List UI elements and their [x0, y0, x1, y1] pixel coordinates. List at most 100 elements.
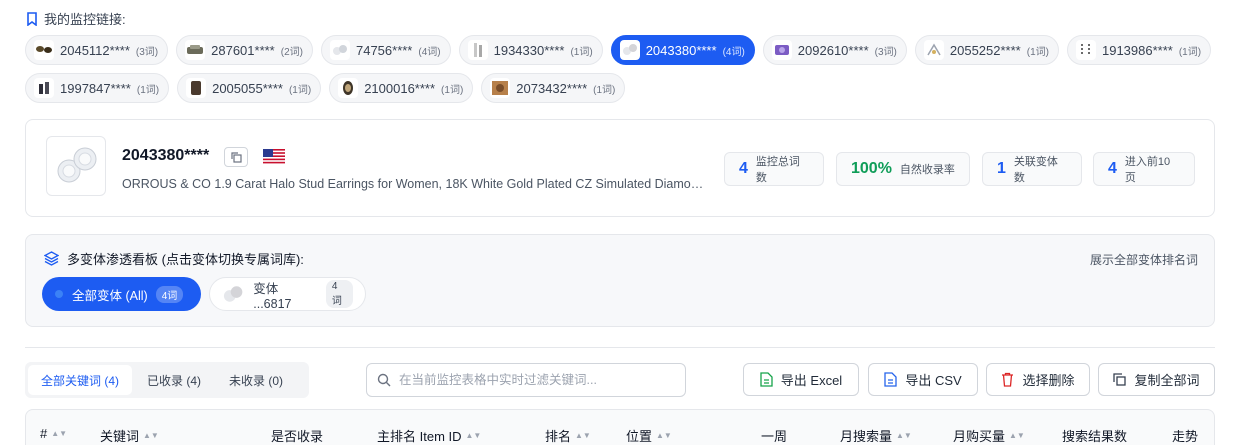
- monitor-chip[interactable]: 2100016**** (1词): [329, 73, 474, 103]
- chip-count: (3词): [135, 46, 159, 58]
- stat-total-keywords: 4 监控总词数: [724, 152, 824, 186]
- variant-dashboard-title: 多变体渗透看板 (点击变体切换专属词库):: [67, 252, 304, 267]
- copy-icon: [230, 151, 242, 163]
- stat-label: 进入前10页: [1124, 156, 1171, 184]
- product-image: [46, 136, 106, 196]
- column-keyword[interactable]: 关键词 ▲▼: [100, 426, 159, 445]
- sort-icon: ▲▼: [656, 430, 672, 440]
- monitor-chip[interactable]: 74756**** (4词): [320, 35, 451, 65]
- monitor-link-chips: 2045112**** (3词) 287601**** (2词) 74756**…: [25, 35, 1217, 103]
- product-summary-card: 2043380**** ORROUS & CO 1.9 Carat Halo S…: [25, 119, 1215, 217]
- product-thumbnail: [34, 40, 54, 60]
- product-thumbnail: [338, 78, 359, 98]
- column-label: #: [40, 426, 48, 441]
- monitor-chip[interactable]: 1934330**** (1词): [458, 35, 603, 65]
- chip-count: (1词): [136, 84, 160, 96]
- bookmark-icon: [27, 11, 37, 26]
- variant-thumbnail: [223, 286, 243, 302]
- excel-file-icon: [760, 372, 773, 387]
- keyword-search-input[interactable]: [399, 373, 669, 387]
- chip-count: (4词): [722, 46, 745, 58]
- column-label: 关键词: [100, 429, 140, 444]
- export-csv-label: 导出 CSV: [905, 373, 962, 388]
- tab-all-keywords[interactable]: 全部关键词 (4): [28, 365, 133, 395]
- column-monthly-purchase[interactable]: 月购买量 ▲▼: [953, 426, 1025, 445]
- variant-dashboard: 多变体渗透看板 (点击变体切换专属词库): 展示全部变体排名词 全部变体 (Al…: [25, 234, 1215, 327]
- chip-count: (1词): [570, 46, 593, 58]
- monitor-chip[interactable]: 287601**** (2词): [176, 35, 313, 65]
- product-thumbnail: [467, 40, 488, 60]
- chip-count: (1词): [1178, 46, 1202, 58]
- chip-count: (1词): [593, 84, 616, 96]
- column-rank[interactable]: 排名 ▲▼: [545, 426, 591, 445]
- stat-value: 4: [1108, 160, 1117, 177]
- chip-count: (2词): [280, 46, 303, 58]
- monitor-chip-active[interactable]: 2043380**** (4词): [610, 35, 755, 65]
- chip-id: 1997847****: [60, 80, 131, 96]
- copy-all-button[interactable]: 复制全部词: [1098, 363, 1215, 396]
- all-variants-count: 4词: [155, 285, 184, 303]
- column-main-item-id[interactable]: 主排名 Item ID ▲▼: [377, 426, 481, 445]
- monitor-chip[interactable]: 2045112**** (3词): [25, 35, 169, 65]
- chip-id: 2045112****: [60, 42, 130, 58]
- monitor-chip[interactable]: 2005055**** (1词): [177, 73, 322, 103]
- keyword-search-box: [366, 363, 686, 397]
- tab-indexed[interactable]: 已收录 (4): [134, 365, 214, 395]
- stat-label: 监控总词数: [755, 156, 800, 184]
- tab-not-indexed[interactable]: 未收录 (0): [216, 365, 296, 395]
- column-week: 一周: [761, 426, 787, 445]
- chip-id: 1934330****: [493, 42, 565, 58]
- sort-icon: ▲▼: [1009, 430, 1025, 440]
- stat-label: 关联变体数: [1013, 156, 1058, 184]
- sort-icon: ▲▼: [143, 430, 159, 440]
- search-icon: [377, 373, 391, 387]
- chip-id: 2073432****: [516, 80, 588, 96]
- monitor-chip[interactable]: 2092610**** (3词): [762, 35, 907, 65]
- column-index[interactable]: # ▲▼: [40, 426, 67, 441]
- column-label: 排名: [545, 429, 572, 444]
- chip-id: 74756****: [355, 42, 413, 58]
- delete-selected-button[interactable]: 选择删除: [986, 363, 1090, 396]
- sort-icon: ▲▼: [896, 430, 912, 440]
- stat-value: 1: [997, 160, 1006, 177]
- keyword-filter-tabs: 全部关键词 (4) 已收录 (4) 未收录 (0): [25, 362, 309, 398]
- chip-id: 287601****: [211, 42, 275, 58]
- sort-icon: ▲▼: [465, 430, 482, 440]
- product-thumbnail: [1075, 40, 1096, 60]
- chip-id: 2092610****: [797, 42, 869, 58]
- all-variants-button[interactable]: 全部变体 (All) 4词: [42, 277, 201, 311]
- monitor-chip[interactable]: 2073432**** (1词): [481, 73, 626, 103]
- chip-count: (1词): [288, 84, 312, 96]
- variant-button[interactable]: 变体 ...6817 4词: [209, 277, 366, 311]
- chip-id: 2005055****: [212, 80, 283, 96]
- export-excel-button[interactable]: 导出 Excel: [743, 363, 859, 396]
- column-trend: 走势: [1172, 426, 1198, 445]
- export-csv-button[interactable]: 导出 CSV: [868, 363, 978, 396]
- chip-id: 2100016****: [364, 80, 436, 96]
- trash-icon: [1002, 372, 1014, 387]
- product-title: ORROUS & CO 1.9 Carat Halo Stud Earrings…: [122, 177, 710, 191]
- product-thumbnail: [329, 40, 350, 60]
- column-search-results: 搜索结果数: [1062, 426, 1127, 445]
- csv-file-icon: [884, 372, 897, 387]
- product-thumbnail: [619, 40, 640, 60]
- column-position[interactable]: 位置 ▲▼: [626, 426, 672, 445]
- chip-id: 1913986****: [1101, 42, 1173, 58]
- delete-selected-label: 选择删除: [1022, 373, 1075, 388]
- show-all-variants-link[interactable]: 展示全部变体排名词: [1090, 251, 1198, 268]
- column-label: 主排名 Item ID: [377, 429, 462, 444]
- monitor-chip[interactable]: 2055252**** (1词): [914, 35, 1059, 65]
- chip-count: (1词): [1026, 46, 1049, 58]
- column-monthly-search[interactable]: 月搜索量 ▲▼: [840, 426, 912, 445]
- chip-id: 2043380****: [645, 42, 717, 58]
- monitor-links-header: 我的监控链接:: [26, 9, 126, 28]
- monitor-chip[interactable]: 1913986**** (1词): [1066, 35, 1212, 65]
- section-divider: [25, 347, 1215, 348]
- column-label: 搜索结果数: [1062, 429, 1128, 444]
- sort-icon: ▲▼: [51, 428, 68, 438]
- sort-icon: ▲▼: [575, 430, 591, 440]
- monitor-chip[interactable]: 1997847**** (1词): [25, 73, 170, 103]
- layers-icon: [44, 251, 59, 266]
- stat-value: 4: [739, 160, 748, 177]
- copy-id-button[interactable]: [224, 147, 248, 167]
